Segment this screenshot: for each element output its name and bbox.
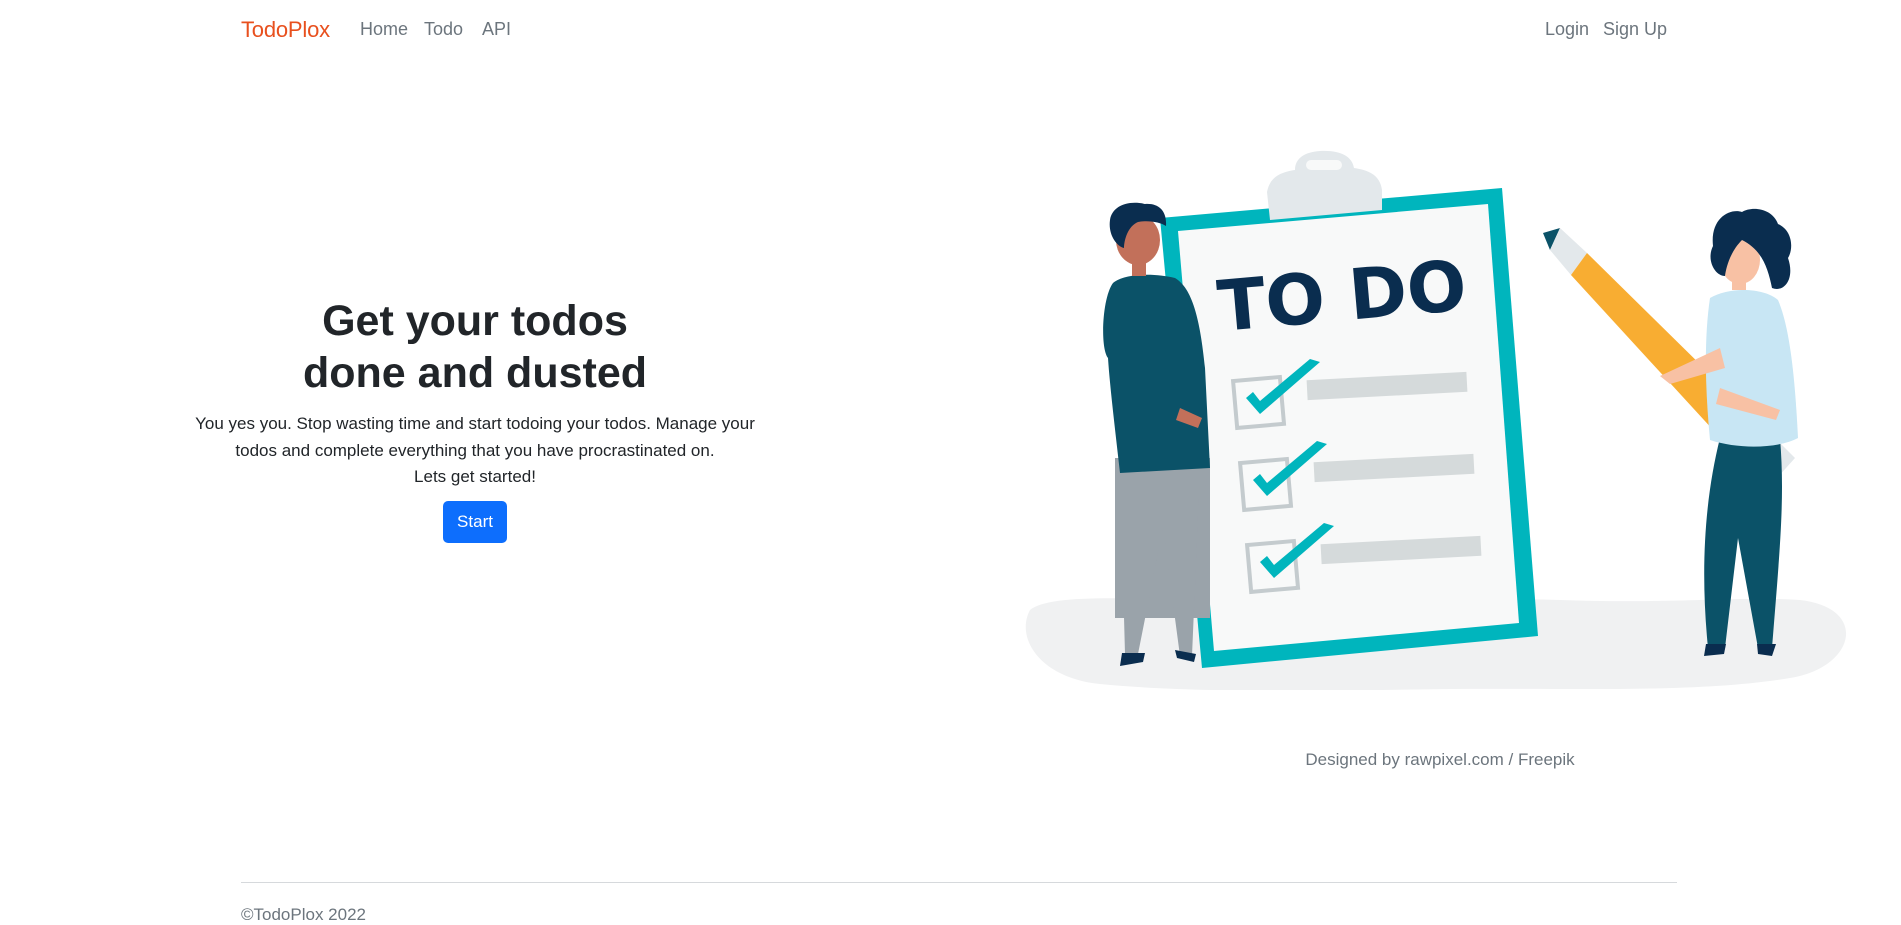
hero-text-line2: todos and complete everything that you h… (235, 440, 715, 460)
footer-divider (241, 882, 1677, 883)
brand-link[interactable]: TodoPlox (241, 17, 330, 43)
hero-text-line1: You yes you. Stop wasting time and start… (195, 414, 755, 433)
hero-title: Get your todos done and dusted (170, 295, 780, 399)
hero-text-line3: Lets get started! (414, 467, 536, 486)
hero-description: You yes you. Stop wasting time and start… (170, 411, 780, 491)
todo-illustration: TO DO (1025, 150, 1847, 690)
nav-link-todo[interactable]: Todo (424, 19, 463, 40)
hero-title-line2: done and dusted (303, 349, 647, 397)
illustration-credit: Designed by rawpixel.com / Freepik (1305, 750, 1575, 769)
nav-link-api[interactable]: API (482, 19, 511, 40)
signup-link[interactable]: Sign Up (1603, 19, 1667, 40)
navbar: TodoPlox Home Todo API Login Sign Up (0, 0, 1901, 62)
hero-section: Get your todos done and dusted You yes y… (170, 295, 780, 543)
nav-link-home[interactable]: Home (360, 19, 408, 40)
woman-figure (1660, 208, 1798, 656)
start-button[interactable]: Start (443, 500, 507, 543)
login-link[interactable]: Login (1545, 19, 1589, 40)
footer-copyright: ©TodoPlox 2022 (241, 905, 367, 924)
clipboard: TO DO (1160, 150, 1538, 668)
hero-title-line1: Get your todos (322, 297, 628, 345)
